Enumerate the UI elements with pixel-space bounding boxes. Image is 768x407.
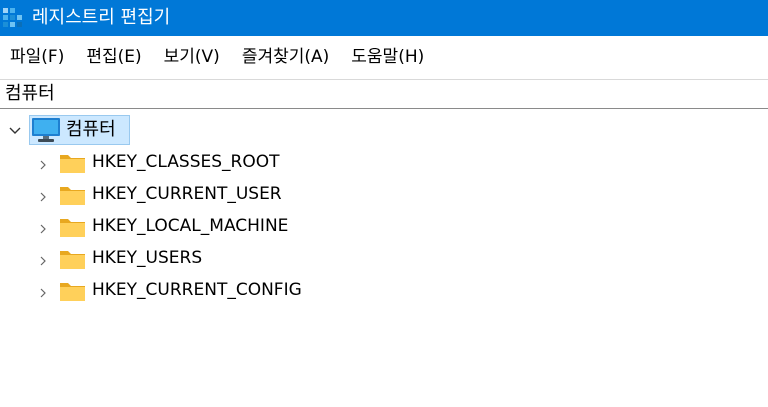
title-bar: 레지스트리 편집기 [0,0,768,36]
registry-tree: 컴퓨터 HKEY_CLASSES_ROOT HKEY_CURRENT_USER … [0,110,768,407]
menu-favorites[interactable]: 즐겨찾기(A) [231,40,340,74]
chevron-down-icon[interactable] [8,123,22,137]
address-path[interactable]: 컴퓨터 [0,80,55,108]
menu-file[interactable]: 파일(F) [0,40,75,74]
tree-item-hkey-classes-root[interactable]: HKEY_CLASSES_ROOT [0,146,400,178]
menu-view[interactable]: 보기(V) [153,40,231,74]
tree-item-hkey-users[interactable]: HKEY_USERS [0,242,400,274]
tree-item-label: HKEY_USERS [92,248,203,268]
chevron-right-icon[interactable] [38,188,48,202]
tree-item-hkey-current-user[interactable]: HKEY_CURRENT_USER [0,178,400,210]
address-bar[interactable]: 컴퓨터 [0,79,768,109]
tree-item-label: HKEY_LOCAL_MACHINE [92,216,289,236]
window-title: 레지스트리 편집기 [32,7,171,28]
tree-item-label: HKEY_CURRENT_USER [92,184,282,204]
menu-edit[interactable]: 편집(E) [75,40,152,74]
folder-icon [59,216,86,238]
chevron-right-icon[interactable] [38,284,48,298]
chevron-right-icon[interactable] [38,156,48,170]
chevron-right-icon[interactable] [38,252,48,266]
tree-root-label: 컴퓨터 [66,119,116,140]
folder-icon [59,248,86,270]
computer-icon [31,117,61,143]
folder-icon [59,184,86,206]
folder-icon [59,152,86,174]
tree-item-hkey-local-machine[interactable]: HKEY_LOCAL_MACHINE [0,210,400,242]
folder-icon [59,280,86,302]
registry-editor-icon[interactable] [2,7,24,29]
menu-bar: 파일(F) 편집(E) 보기(V) 즐겨찾기(A) 도움말(H) [0,40,768,74]
menu-help[interactable]: 도움말(H) [340,40,435,74]
tree-item-label: HKEY_CLASSES_ROOT [92,152,280,172]
tree-root-computer[interactable]: 컴퓨터 [0,115,140,145]
tree-item-hkey-current-config[interactable]: HKEY_CURRENT_CONFIG [0,274,400,306]
chevron-right-icon[interactable] [38,220,48,234]
tree-item-label: HKEY_CURRENT_CONFIG [92,280,302,300]
